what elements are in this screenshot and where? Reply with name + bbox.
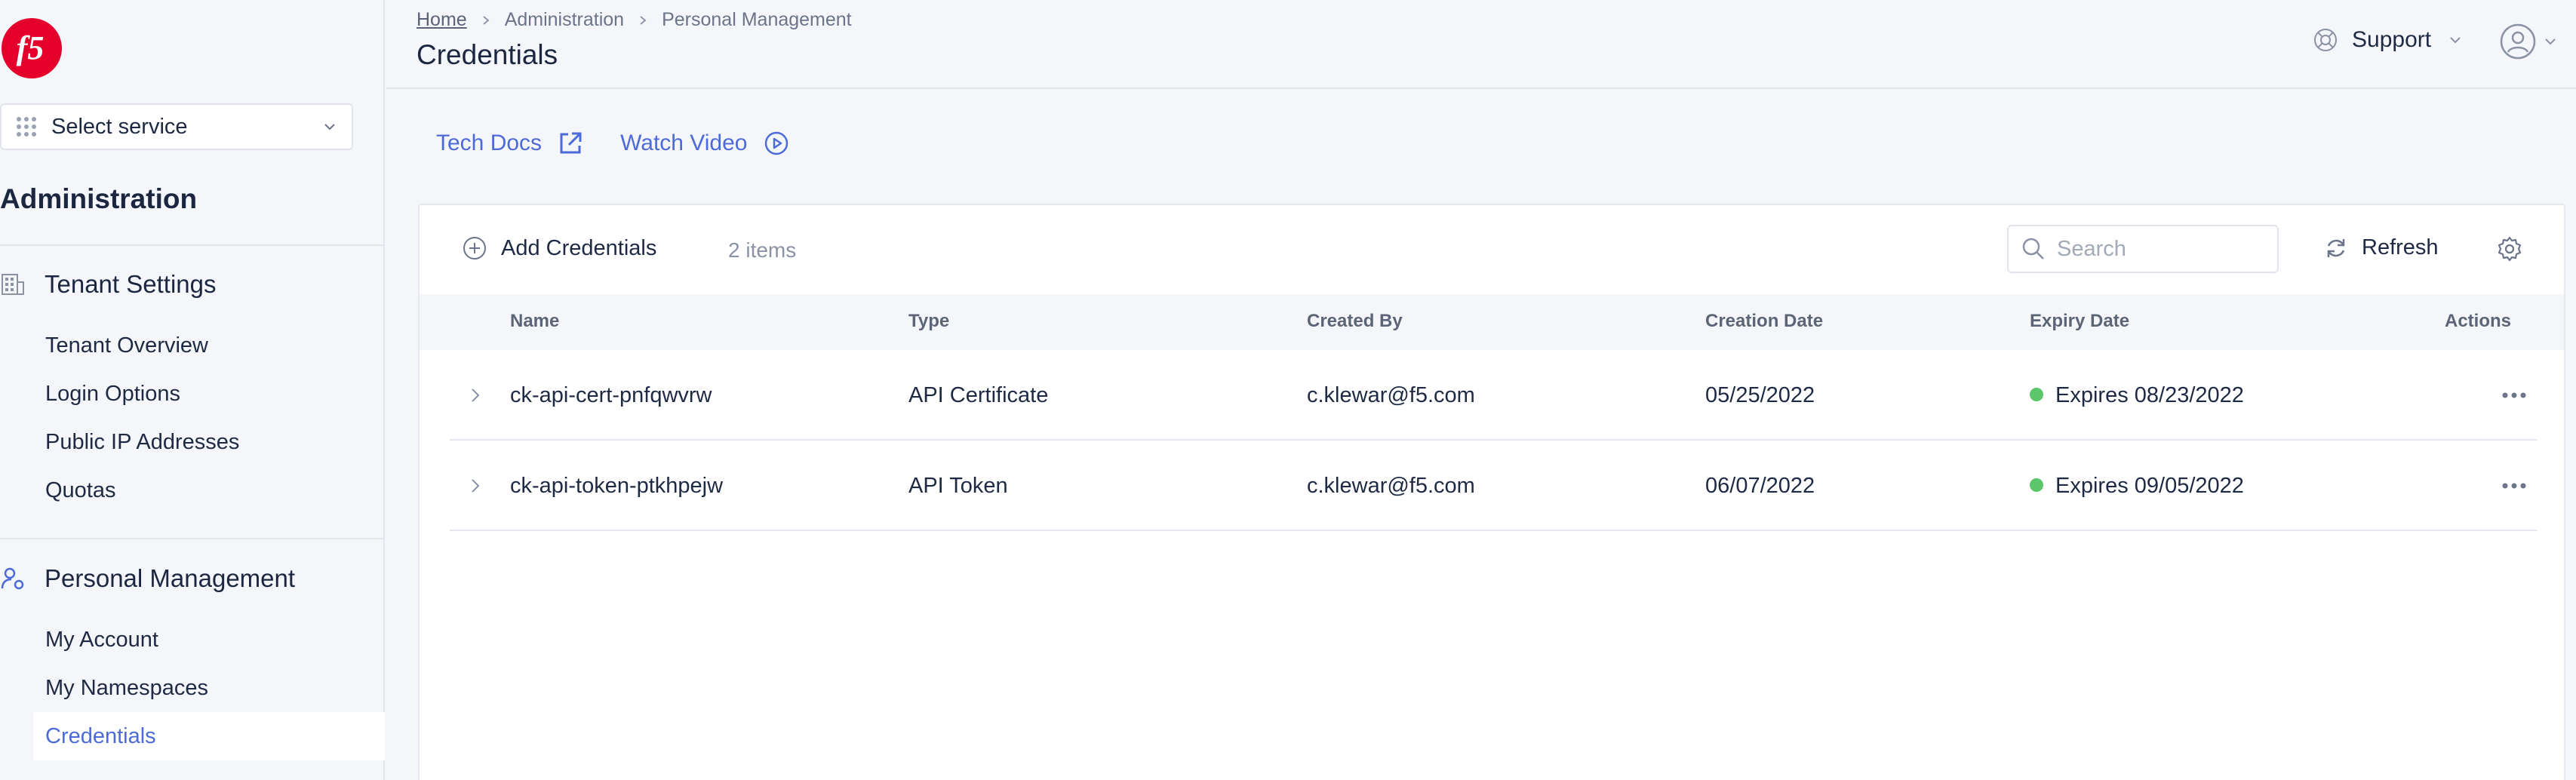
cell-name: ck-api-token-ptkhpejw [510,474,724,498]
user-menu-button[interactable] [2499,23,2558,60]
status-dot [2030,478,2043,493]
item-count: 2 items [728,238,797,262]
table-toolbar: Add Credentials 2 items Refresh [420,205,2564,294]
breadcrumb-home-link[interactable]: Home [417,9,467,31]
breadcrumb: Home Administration Personal Management [417,9,852,31]
sidebar-item-my-namespaces[interactable]: My Namespaces [45,676,208,701]
chevron-down-icon [2450,37,2461,44]
search-input[interactable] [2057,236,2265,262]
cell-expiry: Expires 08/23/2022 [2030,383,2244,408]
refresh-label: Refresh [2362,235,2439,259]
add-credentials-label: Add Credentials [501,235,657,260]
sidebar-item-login-options[interactable]: Login Options [45,382,180,407]
cell-expiry: Expires 09/05/2022 [2030,474,2244,499]
expiry-text: Expires 08/23/2022 [2055,383,2244,407]
play-circle-icon [764,131,788,155]
sidebar-item-credentials[interactable]: Credentials [45,724,156,749]
doc-links: Tech Docs Watch Video [436,130,826,157]
tech-docs-link[interactable]: Tech Docs [436,130,584,157]
plus-circle-icon [463,237,486,259]
cell-type: API Certificate [908,383,1049,407]
chevron-down-icon [324,124,335,131]
sidebar-divider [0,244,385,246]
select-service-dropdown[interactable]: Select service [0,103,353,150]
sidebar-divider [0,538,385,539]
cell-created-by: c.klewar@f5.com [1307,474,1475,498]
more-actions-icon[interactable] [2499,386,2529,404]
f5-logo[interactable]: f5 [0,17,63,80]
chevron-right-icon [640,15,647,25]
breadcrumb-personal-management: Personal Management [662,9,852,30]
refresh-icon [2327,238,2345,257]
tech-docs-label: Tech Docs [436,131,543,155]
building-icon [2,274,24,295]
sidebar-item-tenant-overview[interactable]: Tenant Overview [45,333,208,358]
column-header-expiry-date[interactable]: Expiry Date [2030,311,2129,332]
column-header-creation-date[interactable]: Creation Date [1705,311,1823,332]
sidebar-item-quotas[interactable]: Quotas [45,478,116,503]
column-header-type[interactable]: Type [908,311,949,332]
cell-creation-date: 05/25/2022 [1705,383,1815,407]
user-avatar-icon [2500,23,2536,60]
cell-name: ck-api-cert-pnfqwvrw [510,383,712,407]
breadcrumb-administration[interactable]: Administration [505,9,624,31]
sidebar-section-tenant-settings[interactable]: Tenant Settings [0,268,385,301]
chevron-right-icon[interactable] [465,385,486,406]
table-row[interactable]: ck-api-cert-pnfqwvrw API Certificate c.k… [450,350,2537,441]
chevron-right-icon [483,15,490,25]
search-box[interactable] [2007,225,2279,273]
sidebar-section-personal-management[interactable]: Personal Management [0,562,385,595]
more-actions-icon[interactable] [2499,477,2529,495]
sidebar: f5 Select service Administration Tenant … [0,0,385,780]
sidebar-section-label: Tenant Settings [45,270,217,298]
column-header-name[interactable]: Name [510,311,559,332]
add-credentials-button[interactable]: Add Credentials [462,235,656,261]
lifebuoy-icon [2314,29,2337,51]
support-menu-button[interactable]: Support [2313,27,2463,53]
page-header: Home Administration Personal Management … [386,0,2576,89]
svg-text:f5: f5 [17,29,45,66]
table-header: Name Type Created By Creation Date Expir… [420,294,2564,350]
sidebar-item-public-ip-addresses[interactable]: Public IP Addresses [45,430,239,455]
sidebar-heading: Administration [0,183,198,214]
page-title: Credentials [417,39,558,70]
search-icon [2022,238,2044,259]
grid-icon [17,117,36,137]
external-link-icon [560,132,582,154]
chevron-down-icon [2545,38,2556,45]
support-label: Support [2352,27,2432,52]
gear-icon[interactable] [2496,235,2523,263]
watch-video-link[interactable]: Watch Video [620,130,789,157]
column-header-created-by[interactable]: Created By [1307,311,1403,332]
watch-video-label: Watch Video [620,131,748,155]
table-row[interactable]: ck-api-token-ptkhpejw API Token c.klewar… [450,441,2537,531]
cell-created-by: c.klewar@f5.com [1307,383,1475,407]
sidebar-section-label: Personal Management [45,564,296,592]
refresh-button[interactable]: Refresh [2324,235,2439,260]
cell-creation-date: 06/07/2022 [1705,474,1815,498]
column-header-actions: Actions [2445,311,2512,331]
user-settings-icon [1,567,24,590]
credentials-card: Add Credentials 2 items Refresh Name [418,204,2565,780]
cell-type: API Token [908,474,1008,498]
select-service-label: Select service [51,114,188,139]
status-dot [2030,388,2043,402]
expiry-text: Expires 09/05/2022 [2055,474,2244,498]
sidebar-item-my-account[interactable]: My Account [45,628,158,653]
chevron-right-icon[interactable] [465,475,486,496]
